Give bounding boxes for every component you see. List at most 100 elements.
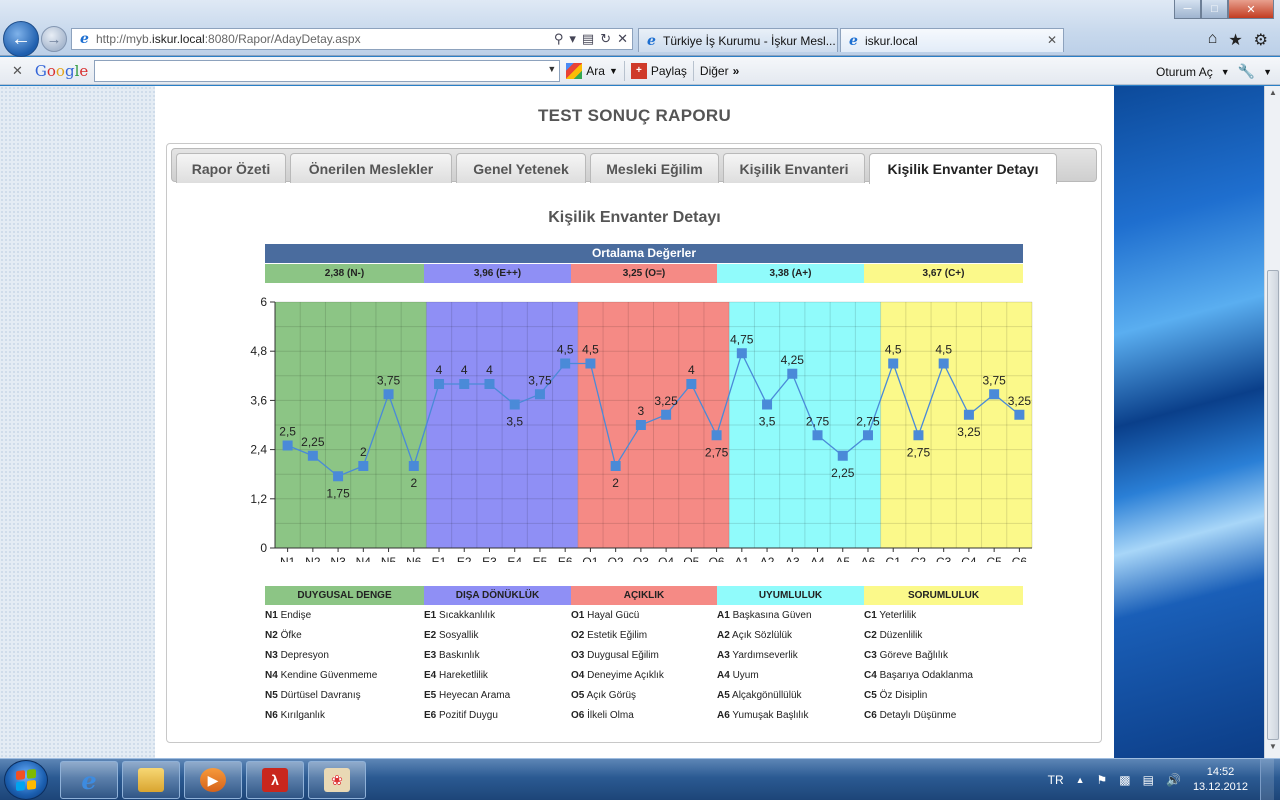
close-toolbar-icon[interactable]: ✕ <box>12 63 23 79</box>
legend-code: E5 <box>424 690 437 701</box>
action-center-flag-icon[interactable]: ⚑ <box>1097 773 1108 787</box>
maximize-button[interactable]: □ <box>1201 0 1228 19</box>
favorites-star-icon[interactable]: ★ <box>1228 30 1242 50</box>
legend-text: Estetik Eğilim <box>584 630 648 641</box>
dropdown-arrow-icon[interactable]: ▼ <box>1221 67 1230 77</box>
volume-icon[interactable]: 🔊 <box>1166 773 1181 787</box>
minimize-button[interactable]: ─ <box>1174 0 1201 19</box>
tab-strip: Rapor Özeti Önerilen Meslekler Genel Yet… <box>171 148 1097 184</box>
wrench-icon[interactable]: 🔧 <box>1238 63 1255 80</box>
data-label: 2,25 <box>831 466 855 480</box>
pdf-reader-icon: λ <box>262 768 288 792</box>
legend-item-n6: N6 Kırılganlık <box>265 710 325 721</box>
data-label: 3 <box>638 404 645 418</box>
share-button[interactable]: + Paylaş <box>630 62 687 79</box>
scroll-up-icon[interactable]: ▲ <box>1267 88 1279 102</box>
scroll-down-icon[interactable]: ▼ <box>1267 742 1279 756</box>
tab-mesleki-egilim[interactable]: Mesleki Eğilim <box>590 153 719 183</box>
data-point <box>1014 409 1025 420</box>
search-button[interactable]: Ara ▼ <box>566 62 618 79</box>
forward-button[interactable]: → <box>41 26 67 52</box>
divider <box>692 60 694 81</box>
taskbar-media-button[interactable]: ▶ <box>184 761 242 799</box>
close-window-button[interactable]: ✕ <box>1228 0 1274 19</box>
language-indicator[interactable]: TR <box>1048 773 1064 787</box>
gear-icon[interactable]: ⚙ <box>1254 30 1268 50</box>
dropdown-arrow-icon[interactable]: ▾ <box>569 31 576 47</box>
back-button[interactable]: ← <box>3 21 39 57</box>
taskbar-ie-button[interactable]: e <box>60 761 118 799</box>
page-side-decoration <box>1114 86 1264 758</box>
data-point <box>434 379 445 389</box>
legend-code: E2 <box>424 630 437 641</box>
data-label: 3,75 <box>982 373 1006 387</box>
stop-icon[interactable]: ✕ <box>617 31 628 47</box>
data-point <box>938 358 949 369</box>
legend-item-c5: C5 Öz Disiplin <box>864 690 927 701</box>
data-point <box>585 358 596 369</box>
legend-item-o2: O2 Estetik Eğilim <box>571 630 647 641</box>
legend-code: N5 <box>265 690 278 701</box>
search-icon[interactable]: ⚲ <box>554 31 564 47</box>
x-tick-label: N6 <box>406 555 422 562</box>
tab-genel-yetenek[interactable]: Genel Yetenek <box>456 153 586 183</box>
signin-button[interactable]: Oturum Aç <box>1156 65 1213 79</box>
start-button[interactable] <box>4 760 48 800</box>
data-label: 3,75 <box>377 373 401 387</box>
vertical-scrollbar[interactable]: ▲ ▼ <box>1264 86 1280 758</box>
network-icon[interactable]: ▤ <box>1143 773 1154 787</box>
tab-kisilik-envanter-detayi[interactable]: Kişilik Envanter Detayı <box>869 153 1057 184</box>
data-point <box>534 389 545 400</box>
google-search-input[interactable]: ▼ <box>94 59 561 82</box>
address-bar[interactable]: e http://myb.iskur.local:8080/Rapor/Aday… <box>71 28 633 50</box>
legend-code: N2 <box>265 630 278 641</box>
data-label: 2,75 <box>907 445 931 459</box>
taskbar-paint-button[interactable]: ❀ <box>308 761 366 799</box>
taskbar-pdf-button[interactable]: λ <box>246 761 304 799</box>
legend-text: Başarıya Odaklanma <box>876 670 973 681</box>
data-point <box>408 461 419 471</box>
google-logo: Google <box>34 61 89 80</box>
x-tick-label: C3 <box>936 555 952 562</box>
legend-code: C4 <box>864 670 877 681</box>
device-icon[interactable]: ▩ <box>1119 773 1130 787</box>
more-button[interactable]: Diğer» <box>700 64 739 78</box>
refresh-icon[interactable]: ↻ <box>600 31 611 47</box>
data-point <box>307 450 318 461</box>
legend-text: Yeterlilik <box>876 610 917 621</box>
google-search-icon <box>566 62 583 79</box>
compatibility-view-icon[interactable]: ▤ <box>582 31 594 47</box>
dropdown-arrow-icon: ▼ <box>608 65 618 76</box>
legend-code: A4 <box>717 670 730 681</box>
x-tick-label: N2 <box>305 555 321 562</box>
data-point <box>459 379 470 389</box>
legend-code: A2 <box>717 630 730 641</box>
legend-code: E4 <box>424 670 437 681</box>
divider <box>623 60 625 81</box>
dropdown-arrow-icon[interactable]: ▼ <box>547 64 556 74</box>
legend-text: Uyum <box>729 670 759 681</box>
browser-tab-local[interactable]: e iskur.local ✕ <box>840 28 1064 52</box>
dropdown-arrow-icon[interactable]: ▼ <box>1263 67 1272 77</box>
home-icon[interactable]: ⌂ <box>1208 30 1218 50</box>
scroll-thumb[interactable] <box>1267 270 1279 740</box>
x-tick-label: E5 <box>533 555 548 562</box>
x-tick-label: A2 <box>760 555 775 562</box>
tab-kisilik-envanteri[interactable]: Kişilik Envanteri <box>723 153 865 183</box>
legend-text: Detaylı Düşünme <box>876 710 957 721</box>
average-e: 3,96 (E++) <box>424 264 571 283</box>
legend-item-a3: A3 Yardımseverlik <box>717 650 798 661</box>
close-tab-icon[interactable]: ✕ <box>1047 33 1057 47</box>
taskbar-explorer-button[interactable] <box>122 761 180 799</box>
browser-tab-iskur[interactable]: e Türkiye İş Kurumu - İşkur Mesl... <box>638 28 838 52</box>
data-point <box>762 399 773 410</box>
average-n: 2,38 (N-) <box>265 264 424 283</box>
show-hidden-icons-icon[interactable]: ▲ <box>1076 775 1085 785</box>
clock[interactable]: 14:52 13.12.2012 <box>1193 765 1248 795</box>
address-url[interactable]: http://myb.iskur.local:8080/Rapor/AdayDe… <box>96 32 361 46</box>
tab-onerilen-meslekler[interactable]: Önerilen Meslekler <box>290 153 452 183</box>
tab-rapor-ozeti[interactable]: Rapor Özeti <box>176 153 286 183</box>
legend-item-c4: C4 Başarıya Odaklanma <box>864 670 973 681</box>
legend-text: Yardımseverlik <box>729 650 798 661</box>
show-desktop-button[interactable] <box>1260 759 1274 800</box>
